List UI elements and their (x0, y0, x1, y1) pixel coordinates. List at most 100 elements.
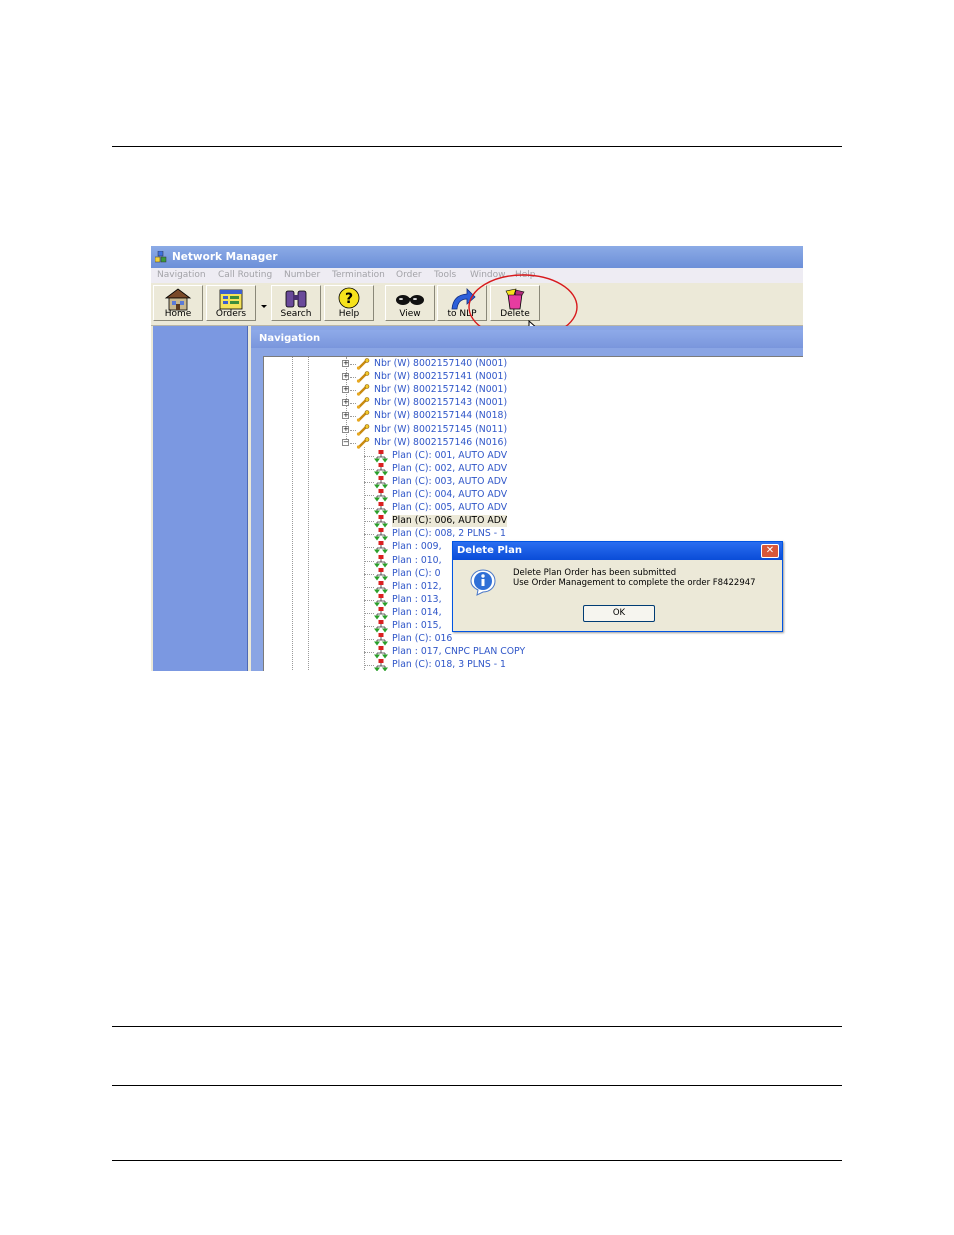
view-label: View (399, 309, 421, 319)
search-label: Search (280, 309, 312, 319)
tree-number-node[interactable]: + Nbr (W) 8002157145 (N011) (342, 424, 542, 436)
glasses-icon (396, 295, 424, 305)
tree-plan-node[interactable]: Plan (C): 018, 3 PLNS - 1 (364, 659, 564, 671)
tree-connector (364, 521, 374, 523)
plan-node-icon (374, 502, 388, 515)
menu-tools[interactable]: Tools (434, 268, 456, 283)
tree-number-label: Nbr (W) 8002157142 (N001) (374, 384, 508, 396)
phone-number-icon (356, 436, 370, 449)
collapse-icon[interactable]: − (342, 438, 349, 446)
help-button[interactable]: ? Help (324, 285, 374, 321)
phone-number-icon (356, 397, 370, 410)
tree-plan-node[interactable]: Plan (C): 003, AUTO ADV (364, 475, 564, 489)
plan-node-icon (374, 646, 388, 659)
tree-plan-node[interactable]: Plan (C): 001, AUTO ADV (364, 449, 564, 463)
menu-navigation[interactable]: Navigation (157, 268, 206, 283)
network-app-icon (155, 251, 167, 263)
orders-dropdown-arrow-icon[interactable] (261, 305, 267, 308)
tree-number-node[interactable]: − Nbr (W) 8002157146 (N016) (342, 437, 542, 449)
menu-call-routing[interactable]: Call Routing (218, 268, 272, 283)
tree-number-node[interactable]: + Nbr (W) 8002157142 (N001) (342, 384, 542, 397)
tree-number-label: Nbr (W) 8002157141 (N001) (374, 371, 508, 383)
tree-connector (364, 639, 374, 641)
tree-connector (364, 495, 374, 496)
dialog-titlebar: Delete Plan ✕ (453, 542, 782, 560)
plan-node-icon (374, 606, 388, 620)
tree-plan-label: Plan : 009, (392, 541, 442, 553)
tree-connector (364, 508, 374, 510)
navigation-title: Navigation (259, 333, 321, 344)
plan-node-icon (374, 580, 388, 594)
navigation-titlebar: Navigation (251, 330, 803, 348)
tree-connector (364, 534, 374, 536)
house-icon (164, 288, 192, 311)
tree-plan-label: Plan (C): 006, AUTO ADV (392, 515, 508, 528)
expand-icon[interactable]: + (342, 373, 349, 381)
phone-number-icon (356, 371, 370, 383)
left-side-panel (153, 326, 248, 671)
tree-plan-label: Plan (C): 003, AUTO ADV (392, 475, 508, 487)
menu-order[interactable]: Order (396, 268, 422, 283)
expand-icon[interactable]: + (342, 360, 349, 367)
tree-plan-label: Plan (C): 001, AUTO ADV (392, 449, 508, 461)
phone-number-icon (356, 384, 370, 397)
expand-icon[interactable]: + (342, 425, 349, 433)
tree-number-node[interactable]: + Nbr (W) 8002157143 (N001) (342, 397, 542, 410)
info-icon (470, 569, 496, 596)
tree-plan-label: Plan (C): 005, AUTO ADV (392, 502, 508, 514)
tree-plan-node[interactable]: Plan (C): 005, AUTO ADV (364, 502, 564, 515)
tree-connector (364, 586, 374, 588)
tree-number-label: Nbr (W) 8002157140 (N001) (374, 358, 508, 369)
view-button[interactable]: View (385, 285, 435, 321)
orders-button[interactable]: Orders (206, 285, 256, 321)
footer-rule-3 (112, 1160, 842, 1161)
help-label: Help (338, 309, 360, 319)
dialog-title: Delete Plan (457, 545, 522, 556)
tree-connector (364, 573, 374, 575)
plan-node-icon (374, 593, 388, 607)
dialog-close-button[interactable]: ✕ (761, 544, 779, 558)
tree-plan-label: Plan (C): 018, 3 PLNS - 1 (392, 659, 506, 671)
tree-connector (364, 468, 374, 470)
plan-node-icon (374, 541, 388, 554)
expand-icon[interactable]: + (342, 399, 349, 407)
orders-label: Orders (215, 309, 247, 319)
tree-plan-node[interactable]: Plan (C): 002, AUTO ADV (364, 462, 564, 476)
tree-number-node[interactable]: + Nbr (W) 8002157144 (N018) (342, 410, 542, 423)
tree-connector (364, 612, 374, 614)
tree-connector (364, 665, 374, 667)
tree-plan-node[interactable]: Plan (C): 008, 2 PLNS - 1 (364, 528, 564, 541)
orders-icon (219, 289, 243, 310)
phone-number-icon (356, 410, 370, 423)
plan-node-icon (374, 475, 388, 489)
tree-number-label: Nbr (W) 8002157145 (N011) (374, 423, 508, 435)
tree-plan-node[interactable]: Plan (C): 016 (364, 633, 564, 646)
tree-plan-node-selected[interactable]: Plan (C): 006, AUTO ADV (364, 515, 564, 528)
tree-number-label: Nbr (W) 8002157143 (N001) (374, 397, 508, 409)
home-label: Home (164, 309, 192, 319)
tree-guide-line-2 (308, 357, 309, 671)
expand-icon[interactable]: + (342, 412, 349, 420)
plan-node-icon (374, 515, 388, 528)
tree-plan-node[interactable]: Plan (C): 004, AUTO ADV (364, 489, 564, 502)
tree-plan-label: Plan : 014, (392, 606, 442, 618)
plan-node-icon (374, 567, 388, 581)
tree-plan-label: Plan (C): 008, 2 PLNS - 1 (392, 528, 506, 540)
screenshot-figure: Network Manager Navigation Call Routing … (151, 246, 803, 671)
plan-node-icon (374, 633, 388, 646)
tree-connector (364, 455, 374, 457)
expand-icon[interactable]: + (342, 386, 349, 394)
footer-rule-2 (112, 1085, 842, 1086)
tree-plan-node[interactable]: Plan : 017, CNPC PLAN COPY (364, 646, 564, 659)
dialog-ok-button[interactable]: OK (583, 605, 655, 622)
tree-number-node[interactable]: + Nbr (W) 8002157141 (N001) (342, 371, 542, 383)
menu-termination[interactable]: Termination (332, 268, 385, 283)
menu-number[interactable]: Number (284, 268, 320, 283)
home-button[interactable]: Home (153, 285, 203, 321)
search-button[interactable]: Search (271, 285, 321, 321)
tree-number-node[interactable]: + Nbr (W) 8002157140 (N001) (342, 358, 542, 370)
window-titlebar: Network Manager (151, 246, 803, 268)
delete-plan-dialog: Delete Plan ✕ Delete Plan Order has been… (452, 541, 783, 632)
tree-connector (364, 626, 374, 627)
plan-node-icon (374, 489, 388, 502)
